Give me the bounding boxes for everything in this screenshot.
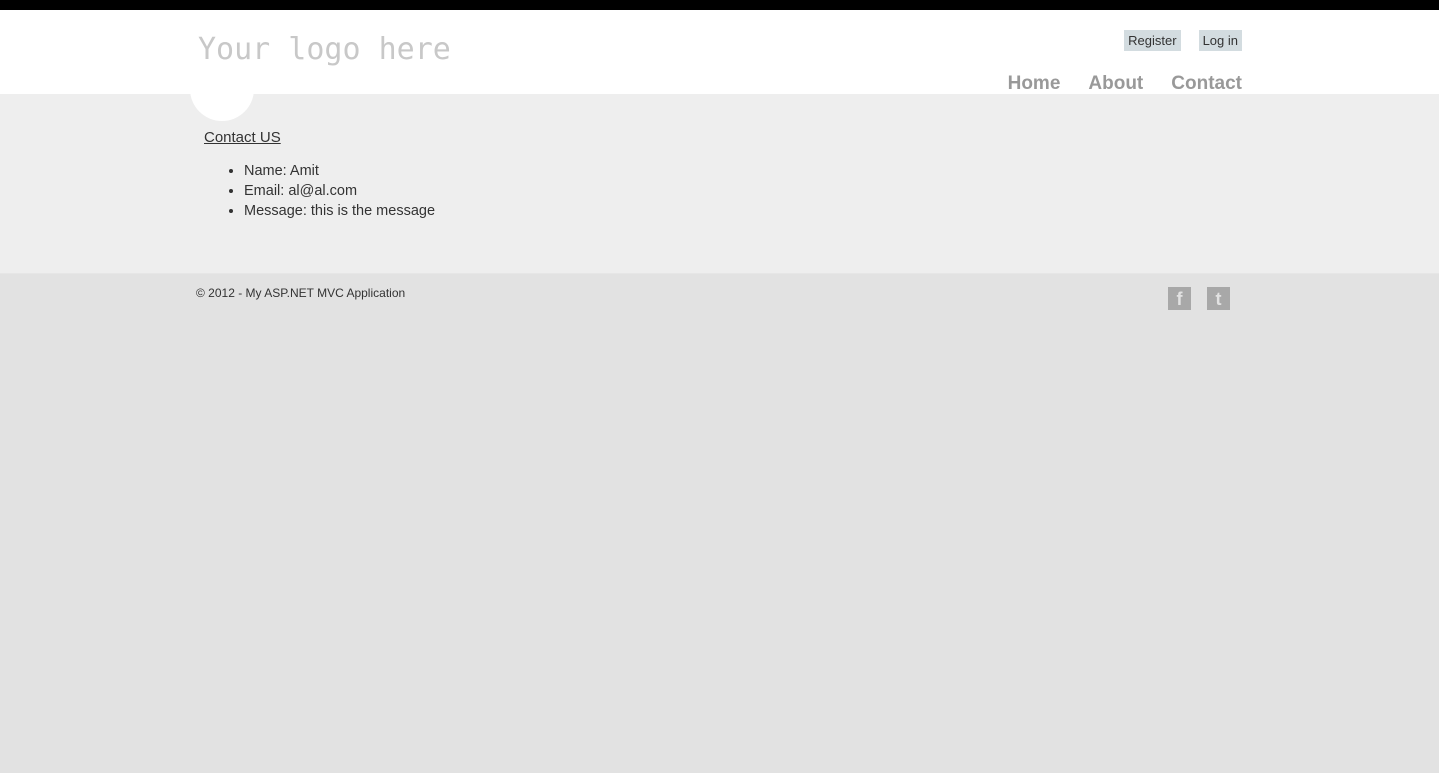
facebook-icon[interactable]: f — [1168, 287, 1191, 310]
menu-item-home[interactable]: Home — [1008, 73, 1061, 95]
contact-details-list: Name: Amit Email: al@al.com Message: thi… — [204, 161, 435, 221]
top-bar — [0, 0, 1439, 10]
copyright-text: © 2012 - My ASP.NET MVC Application — [196, 286, 406, 300]
login-area: Register Log in — [1124, 30, 1242, 51]
detail-message: Message: this is the message — [244, 201, 435, 221]
twitter-icon[interactable]: t — [1207, 287, 1230, 310]
detail-name: Name: Amit — [244, 161, 435, 181]
contact-us-link[interactable]: Contact US — [204, 129, 281, 146]
detail-email: Email: al@al.com — [244, 181, 435, 201]
decorative-circle — [190, 88, 254, 121]
site-logo[interactable]: Your logo here — [198, 32, 451, 67]
register-link[interactable]: Register — [1124, 30, 1181, 51]
site-footer: © 2012 - My ASP.NET MVC Application f t — [0, 273, 1439, 773]
menu-item-about[interactable]: About — [1088, 73, 1143, 95]
main-content: Contact US Name: Amit Email: al@al.com M… — [0, 88, 1439, 273]
login-link[interactable]: Log in — [1198, 30, 1242, 51]
menu-item-contact[interactable]: Contact — [1171, 73, 1242, 95]
main-menu: Home About Contact — [1008, 73, 1242, 95]
site-header: Your logo here Register Log in Home Abou… — [0, 10, 1439, 94]
social-links: f t — [1168, 287, 1230, 310]
